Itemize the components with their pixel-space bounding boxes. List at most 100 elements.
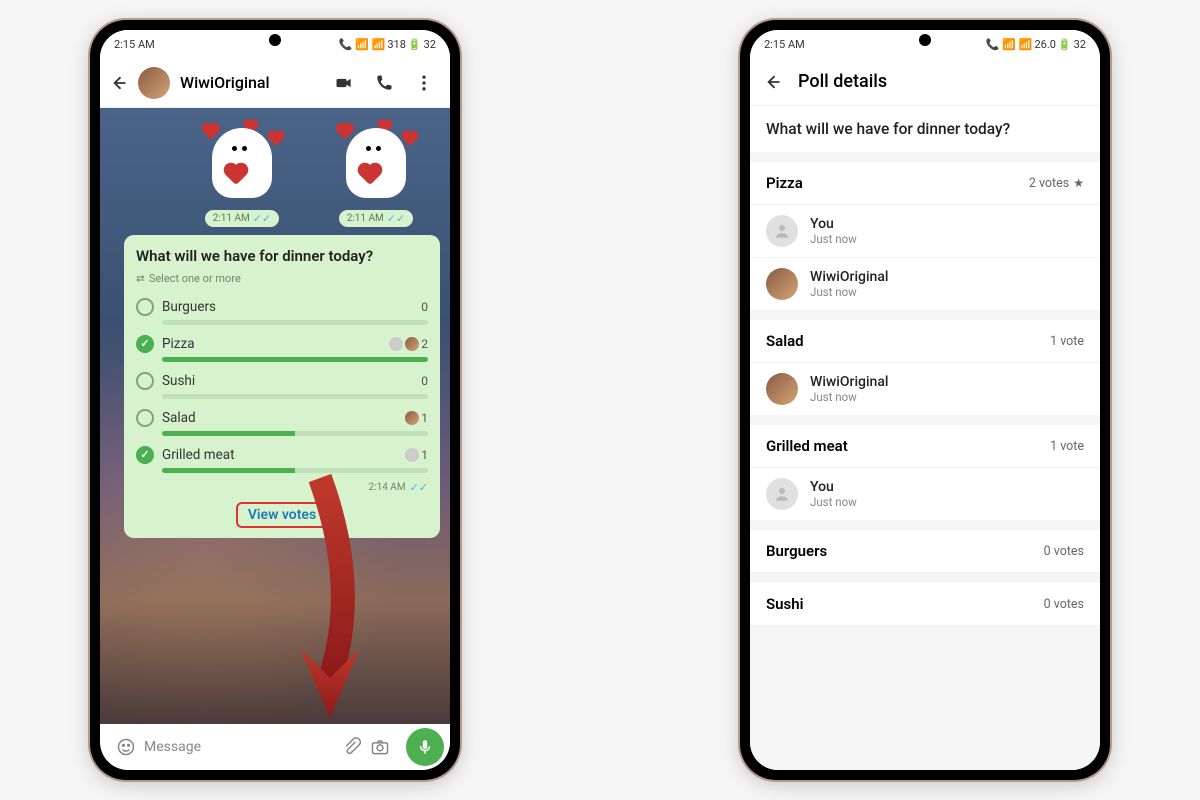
poll-detail-header: Sushi 0 votes (750, 583, 1100, 626)
option-name: Salad (766, 332, 804, 350)
poll-question: What will we have for dinner today? (136, 247, 428, 266)
details-body: What will we have for dinner today? Pizz… (750, 106, 1100, 770)
poll-option[interactable]: Sushi 0 (136, 368, 428, 405)
sticker[interactable]: 2:11 AM✓✓ (316, 118, 436, 227)
screen-right: 2:15 AM 📞 📶 📶 26.0 🔋32 Poll details What… (750, 30, 1100, 770)
poll-detail-group: Sushi 0 votes (750, 583, 1100, 626)
view-votes-button[interactable]: View votes (136, 494, 428, 532)
poll-option[interactable]: Burguers0 (136, 294, 428, 331)
videocall-icon[interactable] (334, 73, 354, 93)
voter-time: Just now (810, 285, 888, 299)
mic-button[interactable] (406, 728, 444, 766)
voter-avatar (405, 337, 419, 351)
poll-bar (162, 357, 428, 362)
camera-cutout (919, 34, 931, 46)
message-input[interactable]: Message (106, 728, 400, 766)
poll-option-label: Sushi (162, 373, 413, 389)
voter-avatar (766, 373, 798, 405)
voter-row[interactable]: WiwiOriginalJust now (750, 363, 1100, 415)
poll-detail-header: Grilled meat 1 vote (750, 425, 1100, 468)
option-name: Burguers (766, 542, 827, 560)
poll-question: What will we have for dinner today? (750, 106, 1100, 152)
message-input-bar: Message (100, 724, 450, 770)
poll-radio[interactable] (136, 409, 154, 427)
poll-detail-header: Burguers 0 votes (750, 530, 1100, 573)
poll-option[interactable]: Grilled meat 1 (136, 442, 428, 479)
contact-name[interactable]: WiwiOriginal (180, 73, 324, 92)
poll-detail-group: Grilled meat 1 vote YouJust now (750, 425, 1100, 520)
poll-hint: ⮂Select one or more (136, 272, 428, 286)
status-time: 2:15 AM (764, 38, 805, 51)
voter-avatar (766, 215, 798, 247)
status-time: 2:15 AM (114, 38, 155, 51)
sticker[interactable]: 2:11 AM✓✓ (182, 118, 302, 227)
voter-name: WiwiOriginal (810, 269, 888, 285)
voter-avatar (766, 478, 798, 510)
status-icons: 📞 📶 📶 26.0 🔋32 (986, 38, 1086, 51)
poll-detail-header: Pizza 2 votes ★ (750, 162, 1100, 205)
poll-detail-group: Pizza2 votes ★YouJust nowWiwiOriginalJus… (750, 162, 1100, 310)
call-icon[interactable] (374, 73, 394, 93)
chat-area: 2:11 AM✓✓ 2:11 AM✓✓ What will we have fo… (100, 108, 450, 724)
poll-bar (162, 468, 428, 473)
attach-icon[interactable] (342, 737, 362, 757)
poll-message: What will we have for dinner today? ⮂Sel… (124, 235, 440, 538)
star-icon: ★ (1073, 176, 1084, 190)
option-votes: 1 vote (1050, 439, 1084, 454)
poll-bar (162, 320, 428, 325)
poll-radio[interactable] (136, 298, 154, 316)
details-header: Poll details (750, 58, 1100, 106)
message-placeholder: Message (144, 739, 334, 755)
message-time: 2:11 AM✓✓ (339, 210, 413, 227)
voter-time: Just now (810, 232, 857, 246)
poll-radio[interactable] (136, 446, 154, 464)
poll-detail-header: Salad 1 vote (750, 320, 1100, 363)
poll-option-count: 0 (421, 374, 428, 388)
poll-option-count: 2 (389, 337, 428, 351)
status-icons: 📞 📶 📶 318 🔋32 (339, 38, 436, 51)
voter-avatar (405, 448, 419, 462)
option-votes: 2 votes ★ (1029, 176, 1084, 191)
voter-time: Just now (810, 390, 888, 404)
camera-icon[interactable] (370, 737, 390, 757)
poll-timestamp: 2:14 AM✓✓ (136, 481, 428, 494)
message-time: 2:11 AM✓✓ (205, 210, 279, 227)
voter-avatar (766, 268, 798, 300)
poll-detail-group: Burguers 0 votes (750, 530, 1100, 573)
poll-option-label: Burguers (162, 299, 413, 315)
chat-header: WiwiOriginal (100, 58, 450, 108)
contact-avatar[interactable] (138, 67, 170, 99)
poll-detail-group: Salad 1 vote WiwiOriginalJust now (750, 320, 1100, 415)
back-icon[interactable] (762, 72, 782, 92)
voter-row[interactable]: WiwiOriginalJust now (750, 258, 1100, 310)
poll-option-count: 1 (405, 411, 428, 425)
mic-icon (416, 738, 434, 756)
poll-bar (162, 394, 428, 399)
poll-option-label: Grilled meat (162, 447, 397, 463)
option-name: Grilled meat (766, 437, 848, 455)
voter-row[interactable]: YouJust now (750, 468, 1100, 520)
poll-option-count: 1 (405, 448, 428, 462)
camera-cutout (269, 34, 281, 46)
more-icon[interactable] (414, 73, 434, 93)
option-votes: 0 votes (1044, 544, 1084, 559)
voter-row[interactable]: YouJust now (750, 205, 1100, 258)
screen-left: 2:15 AM 📞 📶 📶 318 🔋32 WiwiOriginal 2:11 … (100, 30, 450, 770)
option-name: Pizza (766, 174, 803, 192)
option-votes: 1 vote (1050, 334, 1084, 349)
back-icon[interactable] (108, 73, 128, 93)
voter-name: WiwiOriginal (810, 374, 888, 390)
option-name: Sushi (766, 595, 804, 613)
poll-radio[interactable] (136, 335, 154, 353)
poll-option[interactable]: Pizza2 (136, 331, 428, 368)
poll-radio[interactable] (136, 372, 154, 390)
voter-name: You (810, 216, 857, 232)
voter-name: You (810, 479, 857, 495)
voter-avatar (405, 411, 419, 425)
emoji-icon[interactable] (116, 737, 136, 757)
poll-bar (162, 431, 428, 436)
poll-option[interactable]: Salad1 (136, 405, 428, 442)
page-title: Poll details (798, 71, 887, 92)
phone-left: 2:15 AM 📞 📶 📶 318 🔋32 WiwiOriginal 2:11 … (90, 20, 460, 780)
option-votes: 0 votes (1044, 597, 1084, 612)
